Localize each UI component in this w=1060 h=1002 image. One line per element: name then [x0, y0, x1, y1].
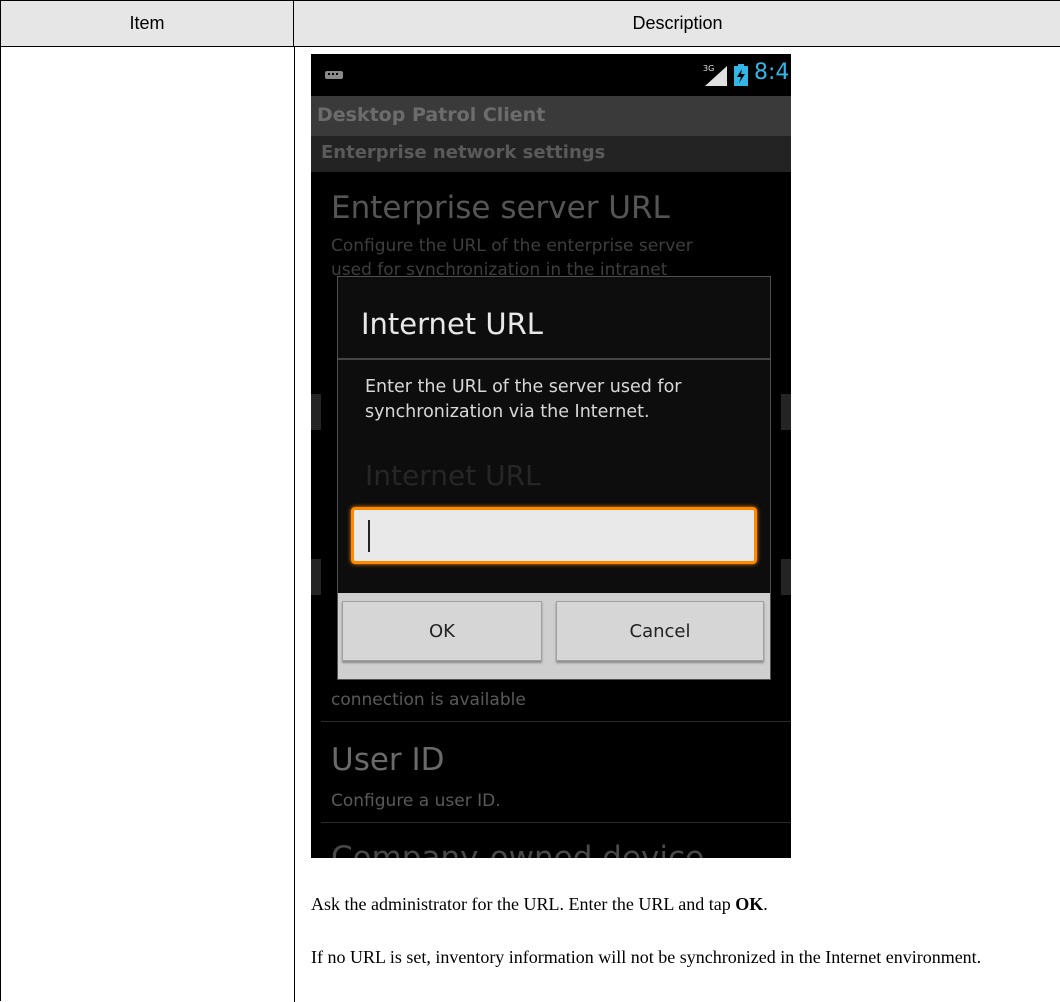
- pref-enterprise-url-summary-1: Configure the URL of the enterprise serv…: [331, 236, 693, 256]
- status-time: 8:41: [754, 60, 791, 85]
- keyboard-notification-icon: [325, 71, 343, 79]
- cancel-button[interactable]: Cancel: [556, 601, 764, 661]
- pref-divider: [321, 822, 791, 823]
- pref-connection-summary: connection is available: [331, 690, 526, 710]
- background-pref-edge: [311, 394, 321, 430]
- dialog-title: Internet URL: [361, 307, 543, 341]
- ok-button[interactable]: OK: [342, 601, 542, 661]
- pref-user-id-summary: Configure a user ID.: [331, 791, 501, 811]
- background-pref-edge: [311, 559, 321, 595]
- instruction-period: .: [763, 894, 768, 914]
- svg-text:3G: 3G: [703, 64, 714, 73]
- pref-user-id-title[interactable]: User ID: [331, 742, 445, 778]
- status-bar: 3G 8:41: [311, 54, 791, 96]
- battery-charging-icon: [734, 64, 748, 86]
- pref-divider: [321, 721, 791, 722]
- table-header-row: Item Description: [1, 1, 1060, 47]
- pref-enterprise-url-title[interactable]: Enterprise server URL: [331, 190, 670, 226]
- instruction-ok-bold: OK: [735, 894, 764, 914]
- internet-url-dialog: Internet URL Enter the URL of the server…: [337, 276, 771, 680]
- column-divider: [294, 47, 295, 1002]
- dialog-button-bar: OK Cancel: [338, 593, 770, 679]
- section-header: Enterprise network settings: [311, 136, 791, 172]
- app-title: Desktop Patrol Client: [317, 104, 546, 126]
- header-description: Description: [632, 13, 723, 33]
- document-table: Item Description 3G 8:41 Desktop: [0, 0, 1060, 1002]
- background-pref-edge: [781, 559, 791, 595]
- background-pref-edge: [781, 394, 791, 430]
- warning-note: If no URL is set, inventory information …: [311, 947, 982, 967]
- dialog-title-divider: [338, 358, 770, 360]
- internet-url-input[interactable]: [351, 507, 757, 564]
- background-internet-url-title: Internet URL: [365, 459, 541, 492]
- android-screenshot: 3G 8:41 Desktop Patrol Client Enterprise…: [311, 54, 791, 858]
- signal-3g-icon: 3G: [703, 64, 727, 86]
- instruction-text: Ask the administrator for the URL. Enter…: [311, 894, 736, 914]
- pref-company-device-title[interactable]: Company-owned device: [331, 840, 704, 858]
- header-item: Item: [1, 1, 294, 46]
- dialog-message: Enter the URL of the server used for syn…: [365, 377, 682, 422]
- instruction-note: Ask the administrator for the URL. Enter…: [311, 894, 768, 915]
- section-title: Enterprise network settings: [321, 142, 606, 163]
- app-title-bar: Desktop Patrol Client: [311, 96, 791, 136]
- text-cursor: [368, 520, 370, 552]
